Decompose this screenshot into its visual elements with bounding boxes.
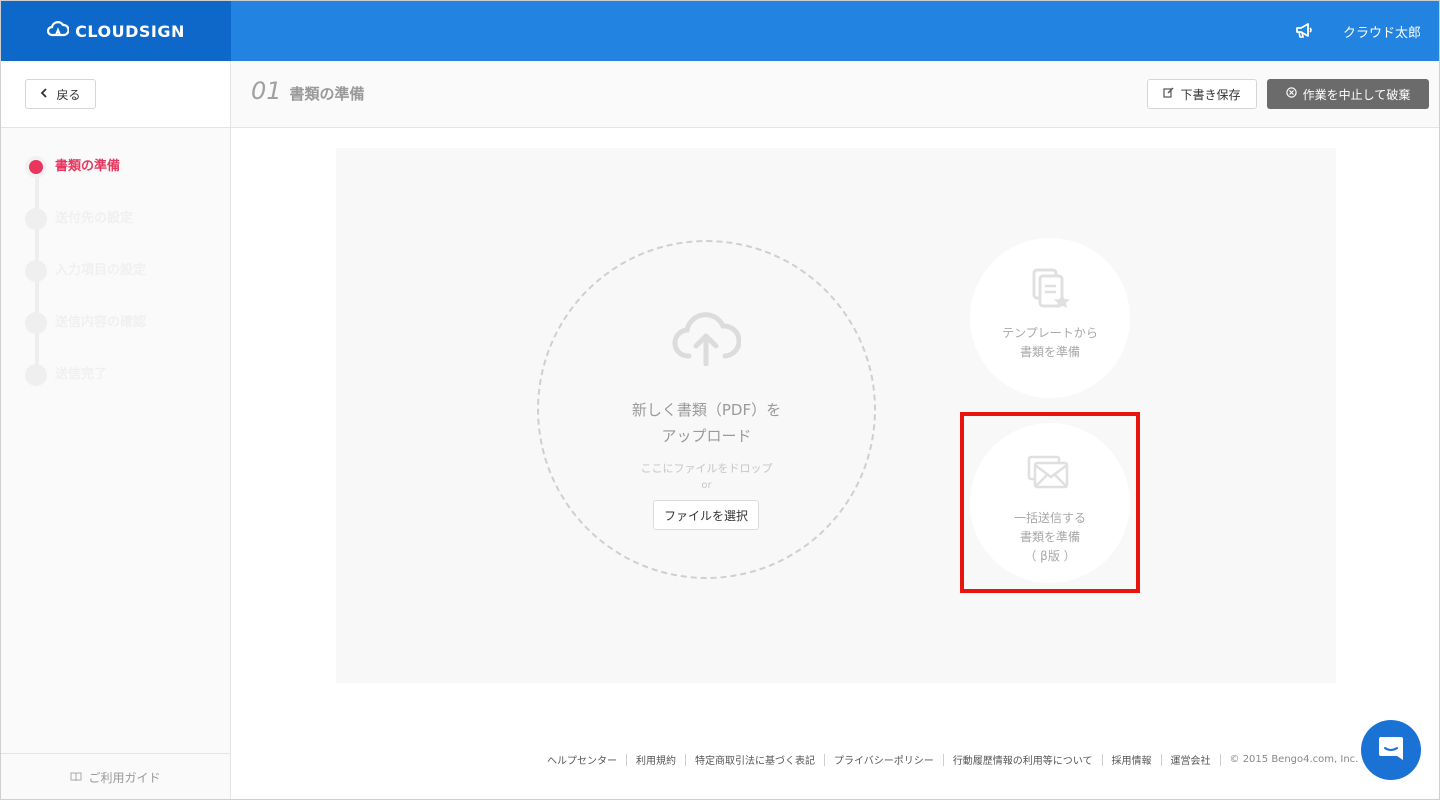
user-guide-label: ご利用ガイド [88,771,161,785]
step-dot [25,364,47,386]
cloud-logo-icon [47,20,70,42]
abort-label: 作業を中止して破棄 [1302,87,1411,102]
footer-link-commercial-law[interactable]: 特定商取引法に基づく表記 [695,752,815,767]
step-number: 01 [251,77,282,105]
save-draft-label: 下書き保存 [1180,87,1241,102]
footer-link-terms[interactable]: 利用規約 [636,752,676,767]
abort-button[interactable]: 作業を中止して破棄 [1267,79,1429,109]
drop-hint: ここにファイルをドロップ [640,462,773,475]
back-button[interactable]: 戻る [25,79,96,109]
footer-link-privacy[interactable]: プライバシーポリシー [834,752,934,767]
chat-button[interactable] [1361,720,1421,780]
step-dot [25,208,47,230]
footer-link-help[interactable]: ヘルプセンター [547,752,617,767]
step-label: 送信内容の確認 [55,315,147,330]
step-dot [25,156,47,178]
sidebar: 書類の準備 送付先の設定 入力項目の設定 送信内容の確認 送信完了 ご利用ガイド [1,128,231,799]
save-draft-button[interactable]: 下書き保存 [1147,79,1257,109]
upload-title: 新しく書類（PDF）を アップロード [631,401,782,445]
back-label: 戻る [56,87,81,102]
step-title: 書類の準備 [289,85,365,103]
page-title: 01 書類の準備 [251,77,365,105]
step-item-confirm: 送信内容の確認 [25,312,146,364]
megaphone-icon[interactable] [1293,20,1315,42]
user-menu[interactable]: クラウド太郎 [1343,22,1421,41]
select-file-button[interactable]: ファイルを選択 [653,500,759,530]
step-item-complete: 送信完了 [25,364,146,416]
close-circle-icon [1285,87,1297,101]
footer-link-careers[interactable]: 採用情報 [1112,752,1152,767]
step-label: 送信完了 [55,367,108,382]
chat-icon [1376,733,1406,767]
step-dot [25,312,47,334]
template-card[interactable]: テンプレートから 書類を準備 [970,238,1130,398]
footer-links: ヘルプセンター 利用規約 特定商取引法に基づく表記 プライバシーポリシー 行動履… [547,752,1358,767]
step-label: 書類の準備 [55,159,121,174]
footer-link-company[interactable]: 運営会社 [1171,752,1211,767]
template-document-icon [970,268,1130,310]
brand-logo[interactable]: CLOUDSIGN [1,1,231,61]
chevron-left-icon [40,87,48,101]
step-list: 書類の準備 送付先の設定 入力項目の設定 送信内容の確認 送信完了 [25,156,146,416]
step-label: 送付先の設定 [55,211,134,226]
footer-link-behavior-data[interactable]: 行動履歴情報の利用等について [953,752,1093,767]
copyright: © 2015 Bengo4.com, Inc. [1229,754,1359,765]
sub-header: 戻る 01 書類の準備 下書き保存 作業を中止して破棄 [1,61,1439,128]
app-window: CLOUDSIGN クラウド太郎 戻る 01 書類の準備 下書き保存 作業を中止… [0,0,1440,800]
user-guide-link[interactable]: ご利用ガイド [1,753,230,799]
template-card-label: テンプレートから 書類を準備 [1002,326,1098,359]
book-icon [70,771,82,785]
or-separator: or [701,480,712,491]
step-item-prepare: 書類の準備 [25,156,146,208]
step-dot [25,260,47,282]
step-label: 入力項目の設定 [55,263,147,278]
cloud-upload-icon [671,306,742,370]
top-header: CLOUDSIGN クラウド太郎 [1,1,1439,61]
brand-name: CLOUDSIGN [75,21,185,41]
highlight-box [960,412,1140,593]
step-item-recipients: 送付先の設定 [25,208,146,260]
edit-icon [1163,87,1174,101]
step-item-fields: 入力項目の設定 [25,260,146,312]
